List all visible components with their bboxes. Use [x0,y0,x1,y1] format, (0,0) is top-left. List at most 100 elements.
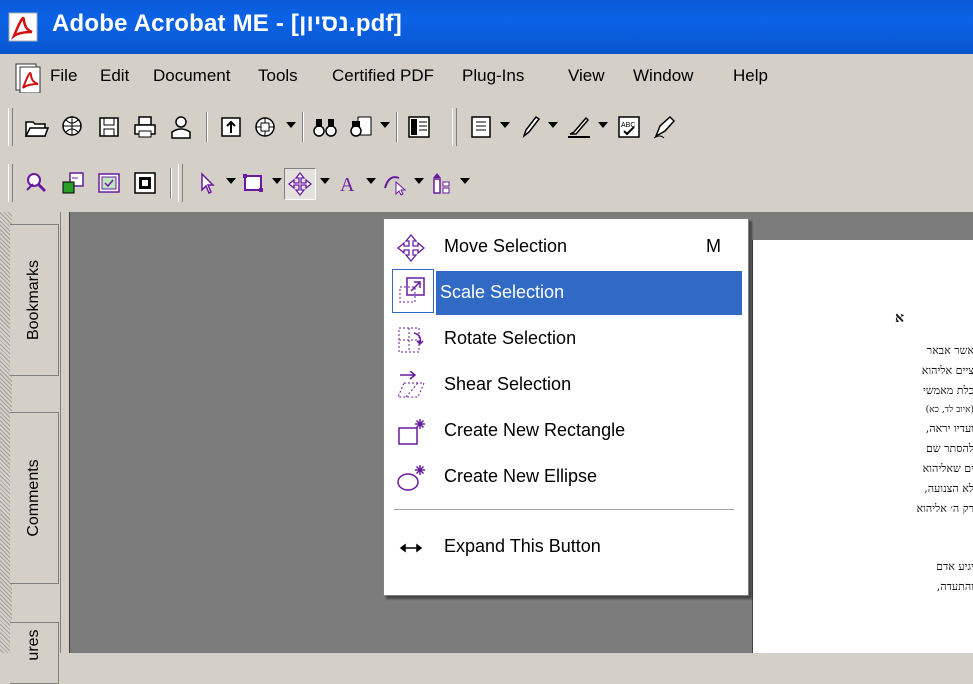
align-tool-button[interactable] [426,168,456,198]
signatures-tab[interactable]: ures [10,622,59,684]
form-field-icon [98,173,120,193]
menu-document[interactable]: Document [153,66,230,86]
menu-item-expand-this-button[interactable]: Expand This Button [388,525,742,569]
move-selection-icon [396,233,426,263]
upload-button[interactable] [216,112,246,142]
show-hide-navigation-button[interactable] [404,112,434,142]
document-text-line: להסתר שם [926,442,973,455]
pencil-dropdown[interactable] [548,122,558,128]
email-button[interactable] [166,112,196,142]
bookmarks-tab[interactable]: Bookmarks [10,224,59,376]
print-button[interactable] [130,112,160,142]
menu-plug-ins[interactable]: Plug-Ins [462,66,524,86]
menu-tools[interactable]: Tools [258,66,298,86]
menu-item-move-selection[interactable]: Move Selection M [388,225,742,269]
floppy-disk-icon [99,117,119,137]
note-icon [471,116,491,138]
menu-separator [394,509,734,510]
file-toolbar: ABC [0,102,973,154]
move-tool-button[interactable] [284,168,316,200]
menu-item-label: Expand This Button [444,536,601,556]
web-capture-icon [255,117,275,137]
import-button[interactable] [58,168,88,198]
pointer-arrow-icon [201,172,215,195]
signatures-tab-label: ures [25,629,42,661]
upload-arrow-icon [221,117,241,137]
menu-help[interactable]: Help [733,66,768,86]
menu-item-scale-selection[interactable]: Scale Selection [436,271,742,315]
document-text-line: רק ה׳ אליהוא [916,502,973,515]
menu-window[interactable]: Window [633,66,693,86]
commenting-button[interactable] [466,112,496,142]
save-button[interactable] [94,112,124,142]
page-letter: א [895,310,904,326]
toolbar-grip[interactable] [178,164,183,202]
menu-edit[interactable]: Edit [100,66,129,86]
menu-item-label: Create New Rectangle [444,420,626,440]
window-title: Adobe Acrobat ME - [נסיון.pdf] [52,10,402,37]
document-menu-icon[interactable] [14,63,42,93]
document-text-line: ים שאליהוא [922,462,973,475]
pencil-button[interactable] [514,112,544,142]
highlight-dropdown[interactable] [598,122,608,128]
align-objects-icon [433,173,450,194]
text-tool-button[interactable]: A [332,168,362,198]
menu-certified-pdf[interactable]: Certified PDF [332,66,434,86]
menu-item-create-new-ellipse[interactable]: Create New Ellipse [388,455,742,499]
toolbar-grip[interactable] [452,108,457,146]
web-capture-dropdown[interactable] [286,122,296,128]
document-text-line: והתעדה, [936,580,973,593]
path-tool-button[interactable] [380,168,410,198]
comments-tab[interactable]: Comments [10,412,59,584]
highlighter-icon [568,116,590,138]
rectangle-tool-button[interactable] [238,168,268,198]
scale-selection-icon-frame [392,269,434,313]
spell-check-button[interactable]: ABC [614,112,644,142]
align-dropdown[interactable] [460,178,470,184]
search-dropdown[interactable] [380,122,390,128]
web-capture-button[interactable] [250,112,280,142]
menu-item-rotate-selection[interactable]: Rotate Selection [388,317,742,361]
toolbar-separator [302,112,304,142]
menu-item-label: Create New Ellipse [444,466,598,486]
toolbar-grip[interactable] [8,108,13,146]
menu-view[interactable]: View [568,66,605,86]
scale-selection-icon [399,277,425,303]
touchup-object-button[interactable] [22,168,52,198]
document-text-line: ועדיו יראה, [925,422,973,435]
move-dropdown[interactable] [320,178,330,184]
search-button[interactable] [346,112,376,142]
browse-web-button[interactable] [58,112,88,142]
move-arrows-icon [287,171,313,197]
select-dropdown[interactable] [226,178,236,184]
pdf-page[interactable]: א אשר אבאר ציים אליהוא כלת מאמשי (איוב ל… [752,240,973,653]
text-dropdown[interactable] [366,178,376,184]
sign-button[interactable] [650,112,680,142]
menu-bar: File Edit Document Tools Certified PDF P… [0,58,973,98]
new-rectangle-icon [398,419,425,445]
navigation-pane-icon [408,116,430,138]
document-text-line: לא הצנועה, [924,482,973,495]
menu-item-create-new-rectangle[interactable]: Create New Rectangle [388,409,742,453]
search-document-icon [350,116,372,137]
title-bar: Adobe Acrobat ME - [נסיון.pdf] [0,0,973,54]
rectangle-tool-icon [243,174,263,192]
menu-item-shear-selection[interactable]: Shear Selection [388,363,742,407]
acrobat-app-icon[interactable] [8,12,38,42]
form-button[interactable] [94,168,124,198]
document-text-line: יגיע אדם [936,560,973,573]
select-object-button[interactable] [192,168,222,198]
spell-check-icon: ABC [618,116,640,138]
crop-page-icon [134,172,156,194]
open-button[interactable] [22,112,52,142]
edit-toolbar: A [0,158,973,208]
menu-item-shortcut: M [706,236,721,256]
menu-file[interactable]: File [50,66,77,86]
crop-button[interactable] [130,168,160,198]
highlight-button[interactable] [564,112,594,142]
commenting-dropdown[interactable] [500,122,510,128]
toolbar-grip[interactable] [8,164,13,202]
rectangle-dropdown[interactable] [272,178,282,184]
find-button[interactable] [310,112,340,142]
path-dropdown[interactable] [414,178,424,184]
